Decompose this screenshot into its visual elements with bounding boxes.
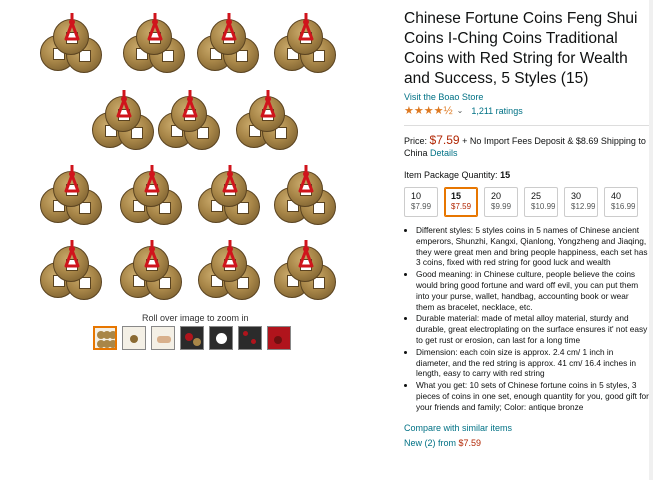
- quantity-value: 25: [531, 191, 542, 201]
- star-rating-icon[interactable]: ★★★★½: [404, 104, 453, 117]
- red-string-icon: [298, 165, 314, 193]
- red-string-icon: [116, 90, 132, 118]
- red-string-icon: [182, 90, 198, 118]
- product-title: Chinese Fortune Coins Feng Shui Coins I-…: [404, 10, 638, 87]
- chevron-down-icon[interactable]: ⌄: [457, 106, 464, 115]
- scrollbar[interactable]: [649, 0, 653, 480]
- coin-set: [92, 90, 158, 156]
- red-string-icon: [298, 240, 314, 268]
- coin-set: [274, 240, 340, 306]
- quantity-option-10[interactable]: 10 $7.99: [404, 187, 438, 217]
- feature-bullet: Good meaning: in Chinese culture, people…: [416, 269, 649, 312]
- new-from[interactable]: New (2) from $7.59: [404, 438, 649, 448]
- quantity-price: $16.99: [611, 202, 636, 211]
- thumbnail-coins-grid[interactable]: [93, 326, 117, 350]
- quantity-option-25[interactable]: 25 $10.99: [524, 187, 558, 217]
- red-string-icon: [64, 13, 80, 41]
- coin-set: [274, 165, 340, 231]
- quantity-value: 20: [491, 191, 502, 201]
- red-string-icon: [221, 13, 237, 41]
- feature-bullet: What you get: 10 sets of Chinese fortune…: [416, 380, 649, 412]
- feature-bullets: Different styles: 5 styles coins in 5 na…: [404, 225, 649, 413]
- red-string-icon: [222, 165, 238, 193]
- coin-set: [198, 240, 264, 306]
- coin-set: [120, 240, 186, 306]
- thumbnail-coin-dark[interactable]: [180, 326, 204, 350]
- red-string-icon: [144, 240, 160, 268]
- coin-set: [198, 165, 264, 231]
- coin-set: [197, 13, 263, 79]
- product-details: Chinese Fortune Coins Feng Shui Coins I-…: [404, 9, 649, 448]
- coin-set: [40, 13, 106, 79]
- red-string-icon: [64, 240, 80, 268]
- quantity-value: 30: [571, 191, 582, 201]
- quantity-option-15[interactable]: 15 $7.59: [444, 187, 478, 217]
- red-string-icon: [222, 240, 238, 268]
- quantity-price: $7.59: [451, 202, 472, 211]
- quantity-option-20[interactable]: 20 $9.99: [484, 187, 518, 217]
- divider: [404, 125, 649, 126]
- quantity-price: $7.99: [411, 202, 432, 211]
- red-string-icon: [64, 165, 80, 193]
- thumbnail-coin-yin-yang[interactable]: [209, 326, 233, 350]
- coin-set: [40, 165, 106, 231]
- zoom-hint: Roll over image to zoom in: [142, 313, 249, 323]
- quantity-price: $10.99: [531, 202, 556, 211]
- thumbnail-coin-scene[interactable]: [238, 326, 262, 350]
- quantity-option-30[interactable]: 30 $12.99: [564, 187, 598, 217]
- coin-set: [236, 90, 302, 156]
- quantity-value: 10: [411, 191, 422, 201]
- coin-set: [120, 165, 186, 231]
- red-string-icon: [147, 13, 163, 41]
- price-row: Price: $7.59 + No Import Fees Deposit & …: [404, 134, 649, 159]
- new-from-price: $7.59: [458, 437, 482, 448]
- red-string-icon: [144, 165, 160, 193]
- feature-bullet: Dimension: each coin size is approx. 2.4…: [416, 347, 649, 379]
- ratings-count-link[interactable]: 1,211 ratings: [471, 106, 522, 116]
- compare-link[interactable]: Compare with similar items: [404, 423, 649, 433]
- feature-bullet: Durable material: made of metal alloy ma…: [416, 313, 649, 345]
- price-amount: $7.59: [429, 133, 460, 147]
- main-product-image[interactable]: [30, 8, 370, 313]
- quantity-options: 10 $7.99 15 $7.59 20 $9.99 25 $10.99 30 $12.9…: [404, 187, 649, 217]
- image-gallery: Roll over image to zoom in: [0, 0, 395, 480]
- quantity-label: Item Package Quantity: 15: [404, 170, 649, 180]
- price-label: Price:: [404, 136, 428, 146]
- coin-set: [40, 240, 106, 306]
- red-string-icon: [298, 13, 314, 41]
- red-string-icon: [260, 90, 276, 118]
- rating-row: ★★★★½ ⌄ 1,211 ratings: [404, 104, 649, 117]
- quantity-value: 15: [451, 191, 462, 201]
- new-from-text: New (2) from: [404, 437, 457, 448]
- quantity-selected: 15: [500, 170, 511, 180]
- coin-set: [158, 90, 224, 156]
- thumbnail-coin-hand[interactable]: [151, 326, 175, 350]
- quantity-value: 40: [611, 191, 622, 201]
- thumbnail-coin-red[interactable]: [267, 326, 291, 350]
- details-link[interactable]: Details: [430, 148, 458, 158]
- coin-set: [274, 13, 340, 79]
- store-link[interactable]: Visit the Boao Store: [404, 92, 649, 102]
- feature-bullet: Different styles: 5 styles coins in 5 na…: [416, 225, 649, 268]
- quantity-option-40[interactable]: 40 $16.99: [604, 187, 638, 217]
- quantity-price: $9.99: [491, 202, 512, 211]
- coin-set: [123, 13, 189, 79]
- thumbnail-strip: [93, 326, 291, 350]
- thumbnail-coin-closeup[interactable]: [122, 326, 146, 350]
- quantity-label-text: Item Package Quantity:: [404, 170, 498, 180]
- quantity-price: $12.99: [571, 202, 596, 211]
